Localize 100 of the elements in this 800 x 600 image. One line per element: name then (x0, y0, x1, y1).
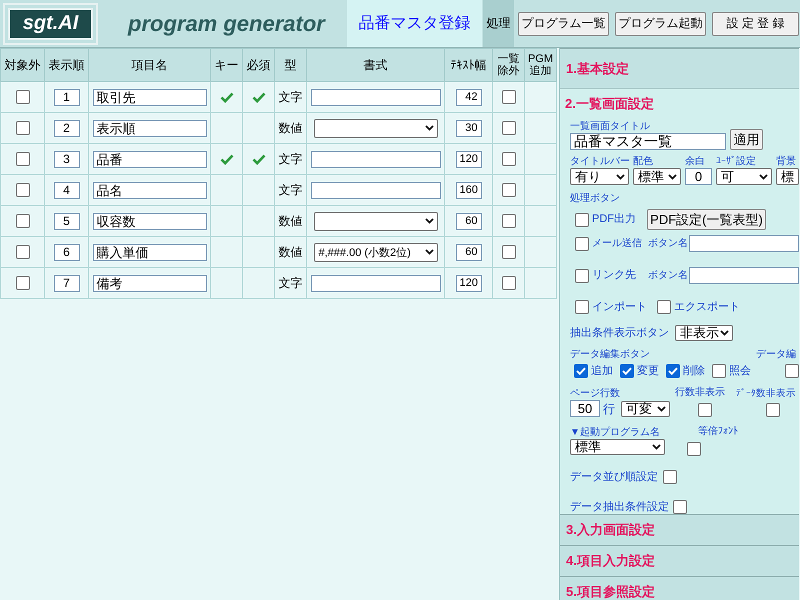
checkbox[interactable] (16, 183, 30, 198)
checkbox[interactable] (502, 183, 516, 198)
order-input[interactable]: 7 (54, 274, 80, 292)
field-label: 行 (603, 402, 615, 416)
checkbox[interactable] (687, 442, 701, 456)
checkbox[interactable] (502, 152, 516, 166)
item-name-input[interactable]: 品番 (92, 150, 206, 168)
checkbox[interactable] (712, 364, 726, 378)
checkbox[interactable] (620, 364, 634, 378)
dropdown[interactable]: 可変 (621, 400, 670, 416)
item-name-input[interactable]: 購入単価 (92, 244, 206, 260)
field-label: 行数非表示 (675, 387, 725, 399)
checkbox[interactable] (16, 121, 30, 136)
field-label: ボタン名 (648, 270, 688, 282)
table-cell: 文字 (274, 144, 306, 174)
item-name-input[interactable]: 収容数 (92, 212, 206, 230)
checkbox[interactable] (575, 268, 589, 282)
text-width-input[interactable]: 30 (456, 120, 482, 136)
format-select[interactable] (314, 212, 438, 230)
text-width-input[interactable]: 120 (456, 274, 482, 292)
order-input[interactable]: 2 (54, 120, 80, 136)
apply-button[interactable]: 適用 (730, 129, 763, 150)
checkbox[interactable] (785, 364, 799, 378)
margin-input[interactable]: 0 (685, 168, 712, 185)
format-select[interactable]: #,###.00 (小数2位) (314, 242, 438, 262)
checkbox[interactable] (666, 364, 680, 378)
text-width-input[interactable]: 60 (456, 212, 482, 230)
app-title: program generator (126, 10, 327, 38)
column-header: ﾃｷｽﾄ幅 (444, 48, 492, 82)
column-header: キー (210, 48, 242, 82)
checkbox[interactable] (698, 403, 712, 417)
checkbox[interactable] (575, 236, 589, 250)
column-header: 一覧除外 (492, 48, 524, 82)
process-label: 処理 (483, 0, 514, 47)
text-width-input[interactable]: 60 (456, 244, 482, 260)
dropdown[interactable]: 可 (716, 168, 772, 185)
chevron-down-icon (652, 444, 661, 450)
toolbar-button[interactable]: プログラム一覧 (518, 12, 609, 36)
checkbox-label: 削除 (683, 364, 705, 378)
rows-per-page-input[interactable]: 50 (570, 400, 600, 417)
checkbox[interactable] (766, 403, 780, 417)
field-label: 背景 (776, 156, 797, 168)
screen-title: 品番マスタ登録 (347, 0, 482, 47)
toolbar-button[interactable]: 設 定 登 録 (712, 12, 799, 36)
chevron-down-icon (759, 174, 768, 180)
dropdown[interactable]: 標準 (570, 439, 665, 455)
title-input[interactable]: 品番マスタ一覧 (570, 133, 726, 150)
checkbox-label: メール送信 (592, 238, 642, 250)
checkbox[interactable] (16, 276, 30, 290)
checkbox[interactable] (16, 152, 30, 166)
pdf-settings-button[interactable]: PDF設定(一覧表型) (647, 209, 766, 230)
item-name-input[interactable]: 取引先 (92, 88, 206, 106)
checkbox[interactable] (673, 500, 687, 514)
checkbox[interactable] (575, 212, 589, 226)
item-name-input[interactable]: 品名 (92, 182, 206, 198)
dropdown[interactable]: 有り (570, 168, 629, 185)
checkbox-label: リンク先 (592, 269, 636, 282)
checkbox[interactable] (502, 276, 516, 290)
format-input[interactable] (310, 182, 440, 198)
field-label: データ編集ボタン (570, 349, 650, 361)
text-width-input[interactable]: 42 (456, 88, 482, 106)
text-width-input[interactable]: 160 (456, 182, 482, 198)
button-name-input[interactable] (689, 267, 799, 284)
checkbox[interactable] (16, 90, 30, 104)
order-input[interactable]: 6 (54, 244, 80, 260)
item-name-input[interactable]: 備考 (92, 274, 206, 292)
dropdown[interactable]: 標 (776, 168, 799, 185)
order-input[interactable]: 1 (54, 88, 80, 106)
format-input[interactable] (310, 274, 440, 292)
order-input[interactable]: 4 (54, 182, 80, 198)
field-label: データ並び順設定 (570, 470, 658, 484)
checkbox[interactable] (502, 214, 516, 228)
format-input[interactable] (310, 150, 440, 168)
chevron-down-icon (668, 174, 677, 180)
checkbox[interactable] (16, 214, 30, 228)
format-select[interactable] (314, 118, 438, 138)
checkbox[interactable] (16, 245, 30, 260)
toolbar-button[interactable]: プログラム起動 (615, 12, 706, 36)
button-name-input[interactable] (689, 235, 799, 252)
checkbox[interactable] (502, 245, 516, 260)
checkbox[interactable] (575, 300, 589, 314)
checkbox[interactable] (502, 90, 516, 104)
checkbox[interactable] (657, 300, 671, 314)
column-header: 項目名 (88, 48, 210, 82)
section-title[interactable]: 2.一覧画面設定 (565, 96, 654, 111)
field-label: ﾃﾞｰﾀ数非表示 (736, 388, 796, 399)
text-width-input[interactable]: 120 (456, 150, 482, 168)
checkmark-icon (668, 367, 678, 375)
dropdown[interactable]: 非表示 (675, 325, 733, 341)
dropdown[interactable]: 標準 (633, 168, 681, 185)
field-label: 一覧画面タイトル (570, 121, 650, 133)
order-input[interactable]: 3 (54, 150, 80, 168)
format-input[interactable] (310, 88, 440, 106)
checkbox[interactable] (663, 470, 677, 484)
table-cell: 文字 (274, 82, 306, 112)
checkbox[interactable] (502, 121, 516, 136)
checkbox[interactable] (574, 364, 588, 378)
checkbox-label: 変更 (637, 364, 659, 378)
item-name-input[interactable]: 表示順 (92, 120, 206, 136)
order-input[interactable]: 5 (54, 212, 80, 230)
